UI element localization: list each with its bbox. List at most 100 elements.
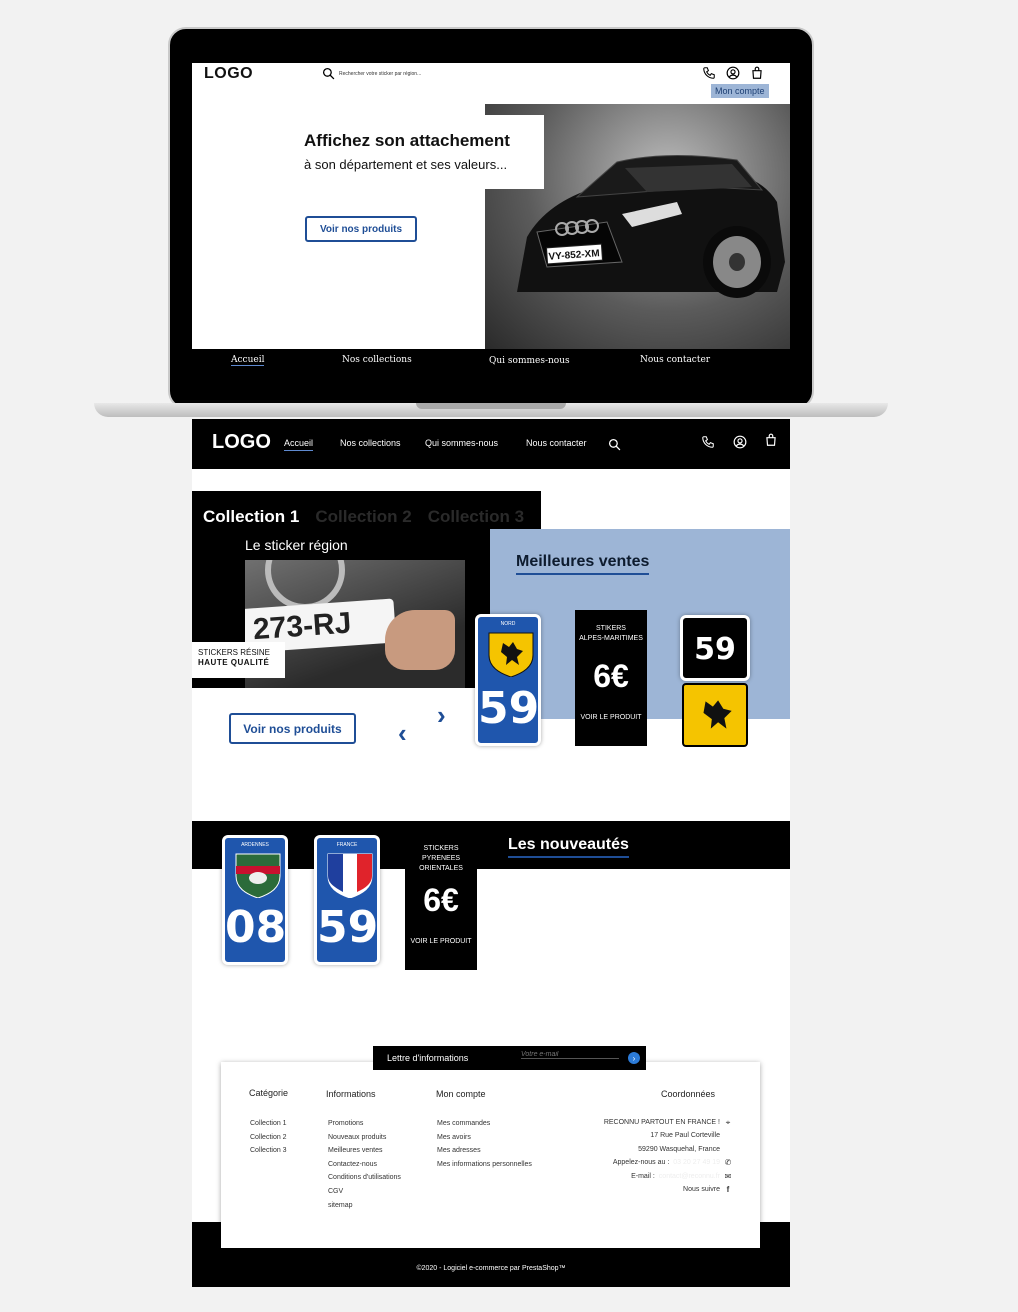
hero-subtitle: à son département et ses valeurs... xyxy=(304,157,508,172)
logo[interactable]: LOGO xyxy=(212,431,271,454)
nav-about[interactable]: Qui sommes-nous xyxy=(425,438,498,448)
product-card-59-black[interactable]: 59 xyxy=(680,615,750,747)
city-address: 59290 Wasquehal, France xyxy=(638,1145,720,1153)
tab-collection-2[interactable]: Collection 2 xyxy=(315,507,411,527)
footer-link[interactable]: Collection 3 xyxy=(250,1144,287,1158)
nav-contact[interactable]: Nous contacter xyxy=(640,355,710,365)
product-card-alpes-maritimes[interactable]: STIKERS ALPES-MARITIMES 6€ VOIR LE PRODU… xyxy=(575,610,647,746)
account-icon[interactable] xyxy=(726,66,740,80)
footer-link[interactable]: Nouveaux produits xyxy=(328,1131,401,1145)
chevron-right-icon[interactable]: › xyxy=(437,700,446,731)
badge-line-1: STICKERS RÉSINE xyxy=(198,648,271,657)
footer-category-list: Collection 1 Collection 2 Collection 3 xyxy=(250,1117,287,1158)
email-label: E-mail : xyxy=(631,1172,655,1180)
product-card-ardennes[interactable]: ARDENNES 08 xyxy=(222,835,288,965)
footer-link[interactable]: Collection 1 xyxy=(250,1117,287,1131)
nav-collections[interactable]: Nos collections xyxy=(340,438,401,448)
collection-cta-button[interactable]: Voir nos produits xyxy=(229,713,356,744)
view-product-link[interactable]: VOIR LE PRODUIT xyxy=(575,714,647,721)
quality-badge: STICKERS RÉSINE HAUTE QUALITÉ xyxy=(192,642,285,678)
footer-link[interactable]: Mes avoirs xyxy=(437,1131,532,1145)
france-flag-shield-icon xyxy=(327,853,373,898)
newsletter-submit-button[interactable]: › xyxy=(628,1052,640,1064)
card-price: 6€ xyxy=(423,882,459,918)
nav-home[interactable]: Accueil xyxy=(231,355,265,366)
best-sellers-title: Meilleures ventes xyxy=(516,553,650,575)
phone-icon[interactable] xyxy=(702,66,716,80)
account-tooltip[interactable]: Mon compte xyxy=(711,84,769,98)
collection-subtitle: Le sticker région xyxy=(245,537,348,553)
footer-link[interactable]: CGV xyxy=(328,1185,401,1199)
car-illustration: VY-852-XM xyxy=(517,154,785,298)
card-region: FRANCE xyxy=(336,842,358,848)
footer-link[interactable]: Mes commandes xyxy=(437,1117,532,1131)
footer-info-list: Promotions Nouveaux produits Meilleures … xyxy=(328,1117,401,1212)
view-product-link[interactable]: VOIR LE PRODUIT xyxy=(405,938,477,945)
cart-icon[interactable] xyxy=(764,433,778,447)
company-name: RECONNU PARTOUT EN FRANCE ! xyxy=(603,1119,720,1126)
card-number: 08 xyxy=(225,902,287,953)
tab-collection-1[interactable]: Collection 1 xyxy=(203,507,299,527)
card-price: 6€ xyxy=(593,658,629,694)
footer-link[interactable]: Conditions d'utilisations xyxy=(328,1171,401,1185)
card-line-3: ORIENTALES xyxy=(419,865,463,872)
nav-home[interactable]: Accueil xyxy=(284,438,314,451)
hero-title: Affichez son attachement xyxy=(304,131,510,150)
nav-about[interactable]: Qui sommes-nous xyxy=(489,356,570,366)
footer-link[interactable]: Mes adresses xyxy=(437,1144,532,1158)
footer-link[interactable]: Contactez-nous xyxy=(328,1158,401,1172)
cart-icon[interactable] xyxy=(750,66,764,80)
phone-icon[interactable] xyxy=(701,435,715,449)
collection-tabs: Collection 1 Collection 2 Collection 3 xyxy=(203,507,524,527)
phone-icon: ✆ xyxy=(724,1158,732,1168)
footer-link[interactable]: Collection 2 xyxy=(250,1131,287,1145)
search-input[interactable]: Rechercher votre sticker par région... xyxy=(339,71,421,77)
ardennes-shield-icon xyxy=(235,853,281,898)
newsletter-email-input[interactable] xyxy=(521,1051,619,1059)
card-number: 59 xyxy=(478,683,540,734)
footer-heading-info: Informations xyxy=(326,1089,376,1099)
card-line-2: ALPES-MARITIMES xyxy=(579,635,643,642)
footer-account-list: Mes commandes Mes avoirs Mes adresses Me… xyxy=(437,1117,532,1171)
lion-icon xyxy=(703,700,732,729)
badge-line-2: HAUTE QUALITÉ xyxy=(198,658,270,667)
card-region: ARDENNES xyxy=(241,842,269,848)
card-line-1: STICKERS xyxy=(423,845,459,852)
hands xyxy=(385,610,455,670)
laptop-nav: Accueil Nos collections Qui sommes-nous … xyxy=(192,349,790,386)
search-icon xyxy=(322,67,335,80)
product-card-pyrenees-orientales[interactable]: STICKERS PYRENEES ORIENTALES 6€ VOIR LE … xyxy=(405,836,477,970)
account-icon[interactable] xyxy=(733,435,747,449)
location-pin-icon: ⌖ xyxy=(725,1118,731,1127)
chevron-left-icon[interactable]: ‹ xyxy=(398,718,407,749)
footer-link[interactable]: Mes informations personnelles xyxy=(437,1158,532,1172)
card-number: 59 xyxy=(317,902,379,953)
email-address[interactable]: contact@reconnu.fr xyxy=(659,1170,720,1183)
footer-heading-category: Catégorie xyxy=(249,1088,289,1098)
card-line-2: PYRENEES xyxy=(421,855,461,862)
footer-contact-block: RECONNU PARTOUT EN FRANCE ! ⌖ 17 Rue Paul… xyxy=(560,1116,732,1196)
footer-link[interactable]: sitemap xyxy=(328,1199,401,1213)
street-address: 17 Rue Paul Corteville xyxy=(650,1132,720,1140)
header-icons xyxy=(702,66,764,80)
footer-heading-account: Mon compte xyxy=(436,1089,486,1099)
hero-cta-button[interactable]: Voir nos produits xyxy=(305,216,417,242)
footer-link[interactable]: Meilleures ventes xyxy=(328,1144,401,1158)
tab-collection-3[interactable]: Collection 3 xyxy=(428,507,524,527)
card-line-1: STIKERS xyxy=(596,625,626,632)
logo[interactable]: LOGO xyxy=(204,65,253,83)
card-bottom xyxy=(682,683,748,747)
facebook-icon[interactable]: f xyxy=(724,1183,732,1196)
newsletter-bar: Lettre d'informations › xyxy=(373,1046,646,1070)
search-icon[interactable] xyxy=(608,438,621,451)
nav-collections[interactable]: Nos collections xyxy=(342,355,412,365)
footer-heading-contact: Coordonnées xyxy=(661,1089,716,1099)
site-header: LOGO Accueil Nos collections Qui sommes-… xyxy=(192,419,790,469)
footer-link[interactable]: Promotions xyxy=(328,1117,401,1131)
card-number: 59 xyxy=(694,632,736,667)
phone-number[interactable]: 03 20 27 49 19 xyxy=(673,1156,720,1169)
product-card-france[interactable]: FRANCE 59 xyxy=(314,835,380,965)
search-bar[interactable]: Rechercher votre sticker par région... xyxy=(322,67,421,80)
nav-contact[interactable]: Nous contacter xyxy=(526,438,587,448)
product-card-nord[interactable]: NORD 59 xyxy=(475,614,541,746)
